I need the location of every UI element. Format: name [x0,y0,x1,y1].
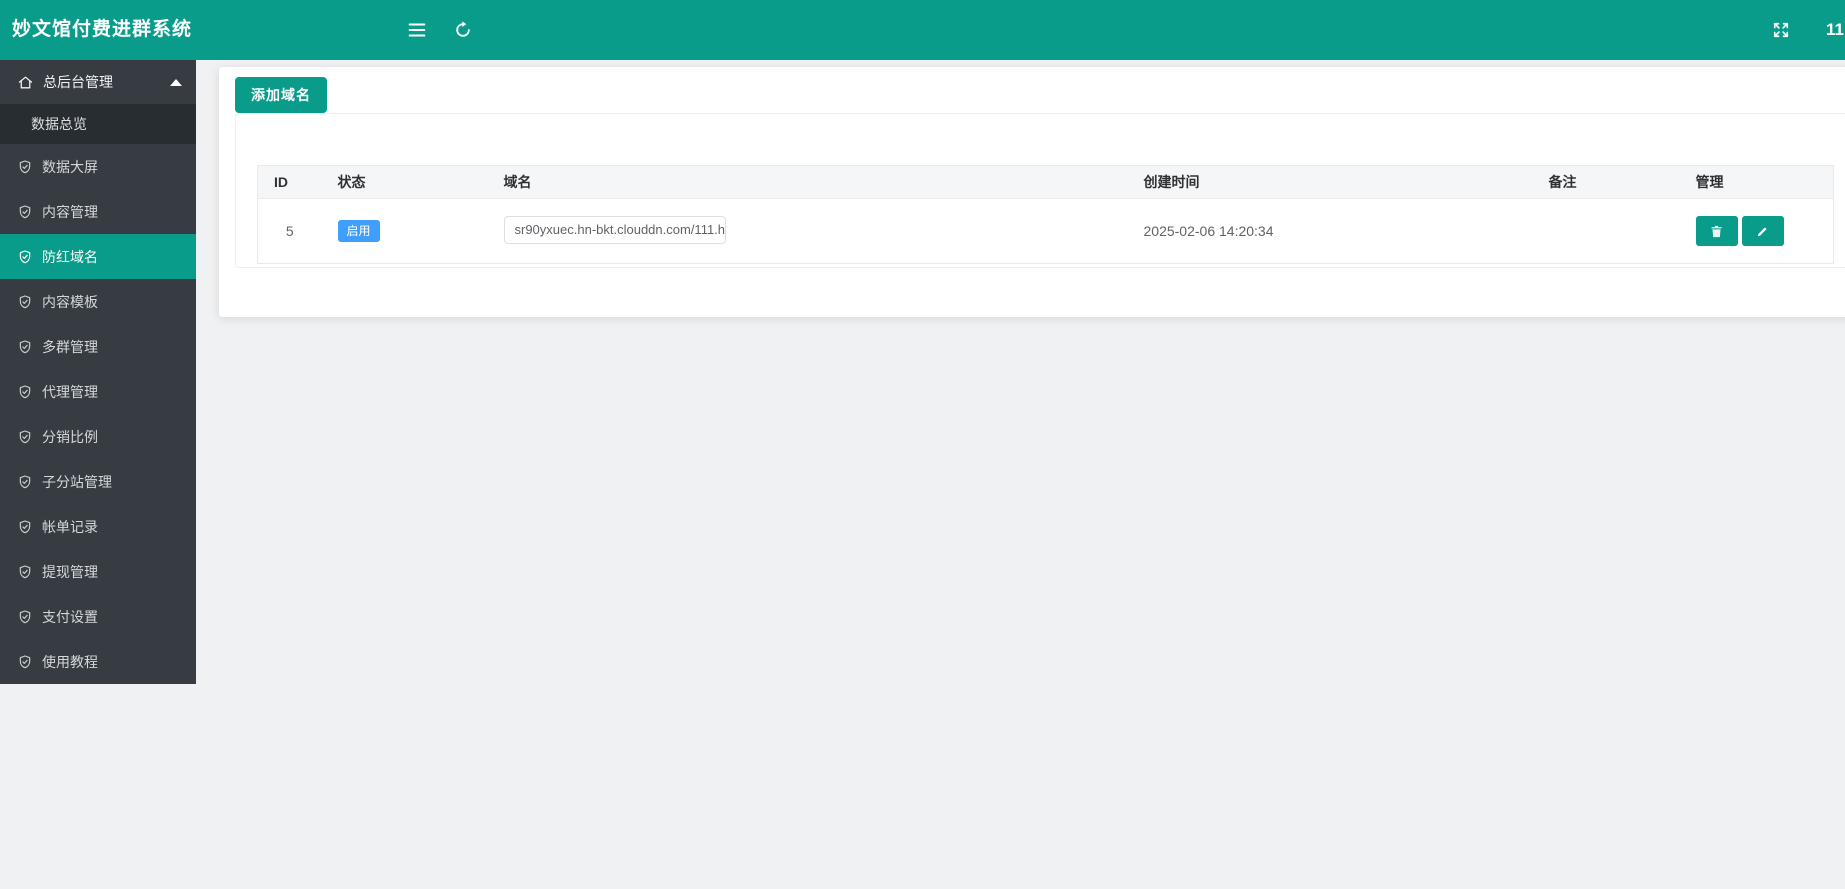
fullscreen-icon[interactable] [1768,17,1794,43]
sidebar-item-label: 内容模板 [42,293,98,310]
refresh-icon[interactable] [450,17,476,43]
sidebar-group-label: 总后台管理 [43,74,113,90]
header-clock-text: 11 [1826,20,1844,39]
domains-table: ID 状态 域名 创建时间 备注 管理 5 启用 sr90yxuec.hn-bk… [257,165,1834,264]
column-header-id: ID [257,165,322,199]
shield-check-icon [17,654,33,670]
sidebar-item-label: 提现管理 [42,563,98,580]
shield-check-icon [17,294,33,310]
cell-id: 5 [285,223,294,239]
sidebar-item-withdraw-manage[interactable]: 提现管理 [0,549,196,594]
shield-check-icon [17,609,33,625]
sidebar-item-multi-group[interactable]: 多群管理 [0,324,196,369]
sidebar: 总后台管理 数据总览 数据大屏 内容管理 防红域名 内容模板 多群管理 代理管理… [0,60,196,684]
shield-check-icon [17,429,33,445]
column-header-domain: 域名 [487,165,1128,199]
table-row: 5 启用 sr90yxuec.hn-bkt.clouddn.com/111.ht… [258,199,1834,264]
app-header: 妙文馆付费进群系统 11 [0,0,1845,60]
pencil-icon [1755,224,1770,239]
sidebar-item-antired-domain[interactable]: 防红域名 [0,234,196,279]
sidebar-item-content-manage[interactable]: 内容管理 [0,189,196,234]
add-domain-button[interactable]: 添加域名 [235,77,327,113]
shield-check-icon [17,159,33,175]
sidebar-item-label: 子分站管理 [42,473,112,490]
table-header-row: ID 状态 域名 创建时间 备注 管理 [257,165,1834,199]
status-badge: 启用 [337,220,380,242]
trash-icon [1709,224,1724,239]
shield-check-icon [17,249,33,265]
cell-status: 启用 [322,199,488,264]
sidebar-item-label: 内容管理 [42,203,98,220]
cell-domain: sr90yxuec.hn-bkt.clouddn.com/111.htm [488,199,1128,264]
column-header-status: 状态 [321,165,488,199]
shield-check-icon [17,384,33,400]
domains-table-wrap: ID 状态 域名 创建时间 备注 管理 5 启用 sr90yxuec.hn-bk… [257,165,1834,264]
sidebar-item-content-template[interactable]: 内容模板 [0,279,196,324]
sidebar-item-label: 支付设置 [42,608,98,625]
sidebar-item-data-overview[interactable]: 数据总览 [0,104,196,144]
sidebar-item-billing-records[interactable]: 帐单记录 [0,504,196,549]
content-card: 添加域名 ID 状态 域名 创建时间 备注 管理 5 启用 sr90yxuec.… [219,67,1845,317]
shield-check-icon [17,564,33,580]
sidebar-item-label: 多群管理 [42,338,98,355]
home-icon [17,74,34,91]
sidebar-item-label: 分销比例 [42,428,98,445]
sidebar-item-label: 防红域名 [42,248,98,265]
shield-check-icon [17,519,33,535]
sidebar-item-label: 数据总览 [31,116,87,132]
column-header-created-at: 创建时间 [1127,165,1533,199]
column-header-remark: 备注 [1532,165,1680,199]
cell-created-at: 2025-02-06 14:20:34 [1143,223,1274,239]
sidebar-item-substation-manage[interactable]: 子分站管理 [0,459,196,504]
sidebar-item-tutorial[interactable]: 使用教程 [0,639,196,684]
sidebar-item-label: 代理管理 [42,383,98,400]
sidebar-item-agent-manage[interactable]: 代理管理 [0,369,196,414]
edit-button[interactable] [1741,216,1784,246]
sidebar-item-label: 数据大屏 [42,158,98,175]
column-header-manage: 管理 [1679,165,1834,199]
chevron-up-icon [170,78,182,86]
shield-check-icon [17,204,33,220]
sidebar-group-backend-admin[interactable]: 总后台管理 [0,60,196,104]
collapse-menu-icon[interactable] [404,17,430,43]
shield-check-icon [17,474,33,490]
table-panel: ID 状态 域名 创建时间 备注 管理 5 启用 sr90yxuec.hn-bk… [235,113,1845,268]
delete-button[interactable] [1695,216,1738,246]
sidebar-item-label: 使用教程 [42,653,98,670]
domain-value-box[interactable]: sr90yxuec.hn-bkt.clouddn.com/111.htm [503,215,726,244]
sidebar-item-label: 帐单记录 [42,518,98,535]
cell-remark [1533,199,1680,264]
cell-manage [1680,199,1834,264]
app-title: 妙文馆付费进群系统 [12,19,193,40]
sidebar-item-payment-settings[interactable]: 支付设置 [0,594,196,639]
sidebar-item-distribution-ratio[interactable]: 分销比例 [0,414,196,459]
sidebar-item-data-screen[interactable]: 数据大屏 [0,144,196,189]
shield-check-icon [17,339,33,355]
